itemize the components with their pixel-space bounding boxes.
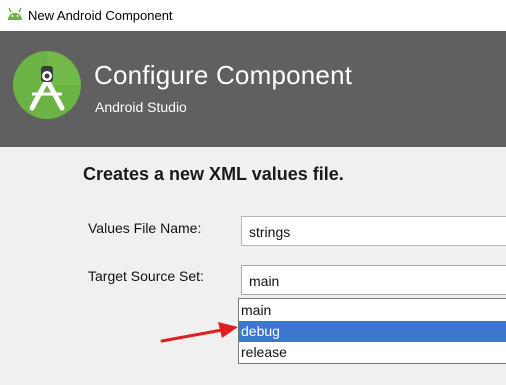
banner-title: Configure Component <box>94 60 353 90</box>
source-set-dropdown-list: main debug release <box>238 298 506 364</box>
dropdown-option-release[interactable]: release <box>239 342 506 363</box>
values-file-name-input[interactable]: strings <box>241 216 506 246</box>
red-arrow-annotation <box>160 322 238 343</box>
window-titlebar: New Android Component <box>0 0 506 32</box>
form-heading: Creates a new XML values file. <box>83 164 344 184</box>
android-studio-logo <box>13 51 81 119</box>
android-icon <box>8 7 22 20</box>
values-file-name-value: strings <box>249 224 291 240</box>
dropdown-option-main[interactable]: main <box>239 300 506 321</box>
banner-subtitle: Android Studio <box>95 99 187 115</box>
target-source-set-select[interactable]: main <box>241 265 506 295</box>
dropdown-option-debug[interactable]: debug <box>239 321 506 342</box>
window-title: New Android Component <box>28 8 173 23</box>
target-source-set-value: main <box>249 273 280 289</box>
header-banner: Configure Component Android Studio <box>0 31 506 147</box>
target-source-set-label: Target Source Set: <box>88 268 204 284</box>
values-file-name-label: Values File Name: <box>88 220 202 236</box>
